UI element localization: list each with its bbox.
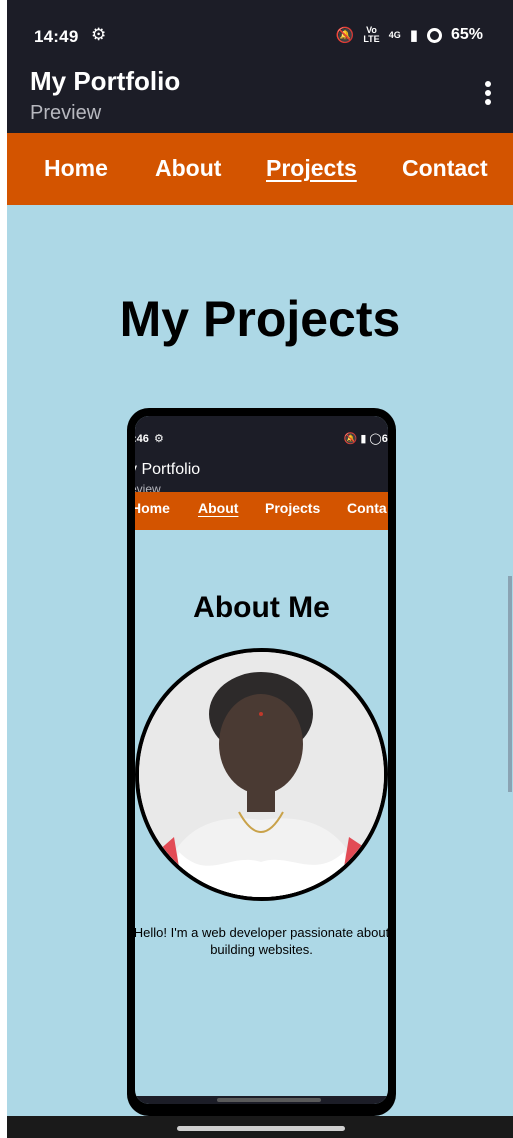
nav-about[interactable]: About	[155, 155, 221, 182]
preview-gear-icon: ⚙	[154, 433, 164, 445]
volte-bottom: LTE	[363, 34, 380, 44]
project-preview-screen: :46 ⚙ 🔕 ▮ ◯66 y Portfolio eview Home Abo…	[135, 416, 388, 1104]
preview-battery: 66	[381, 433, 388, 445]
screen: 14:49 ⚙ 🔕 Vo LTE 4G ▮ 65% My Portfolio P…	[7, 0, 513, 1138]
status-time: 14:49	[34, 27, 79, 46]
app-subtitle: Preview	[30, 102, 102, 124]
battery-percent: 65%	[450, 26, 483, 43]
bell-muted-icon: 🔕	[335, 27, 355, 44]
status-bar: 14:49 ⚙ 🔕 Vo LTE 4G ▮ 65%	[7, 0, 513, 55]
nav-contact[interactable]: Contact	[402, 155, 488, 182]
more-options-icon[interactable]	[485, 81, 491, 105]
home-gesture-handle[interactable]	[177, 1126, 345, 1131]
preview-heading: About Me	[193, 591, 330, 624]
preview-nav-contact: Conta	[347, 500, 387, 516]
nav-projects[interactable]: Projects	[266, 155, 357, 182]
preview-nav-projects: Projects	[265, 500, 321, 516]
preview-status-icons: 🔕 ▮ ◯66	[344, 432, 388, 445]
preview-intro-line2: building websites.	[210, 942, 313, 957]
page-heading: My Projects	[119, 291, 401, 347]
system-nav-bar	[7, 1116, 513, 1138]
preview-top-bar: :46 ⚙ 🔕 ▮ ◯66 y Portfolio eview	[135, 416, 388, 496]
nav-home[interactable]: Home	[44, 155, 108, 182]
volte-badge: Vo LTE	[363, 26, 379, 44]
settings-gear-icon: ⚙	[91, 25, 107, 44]
preview-status-time: :46	[135, 433, 149, 445]
project-preview-phone[interactable]: :46 ⚙ 🔕 ▮ ◯66 y Portfolio eview Home Abo…	[127, 408, 396, 1116]
preview-intro-text: Hello! I'm a web developer passionate ab…	[135, 924, 388, 958]
preview-intro-line1: Hello! I'm a web developer passionate ab…	[135, 925, 388, 940]
site-nav: Home About Projects Contact	[7, 133, 513, 205]
page-scrollbar[interactable]	[508, 576, 512, 792]
preview-home-indicator	[217, 1098, 321, 1102]
preview-nav-about: About	[198, 500, 239, 516]
top-bar: 14:49 ⚙ 🔕 Vo LTE 4G ▮ 65% My Portfolio P…	[7, 0, 513, 133]
battery-icon	[426, 27, 442, 43]
preview-nav: Home About Projects Conta	[135, 492, 388, 530]
status-icons: 🔕 Vo LTE 4G ▮ 65%	[335, 26, 483, 45]
network-type-icon: 4G	[388, 29, 401, 40]
profile-photo	[135, 648, 388, 901]
preview-app-title: y Portfolio	[135, 461, 201, 478]
app-title: My Portfolio	[30, 66, 181, 96]
signal-icon: ▮	[409, 27, 418, 44]
preview-nav-home: Home	[135, 500, 170, 516]
